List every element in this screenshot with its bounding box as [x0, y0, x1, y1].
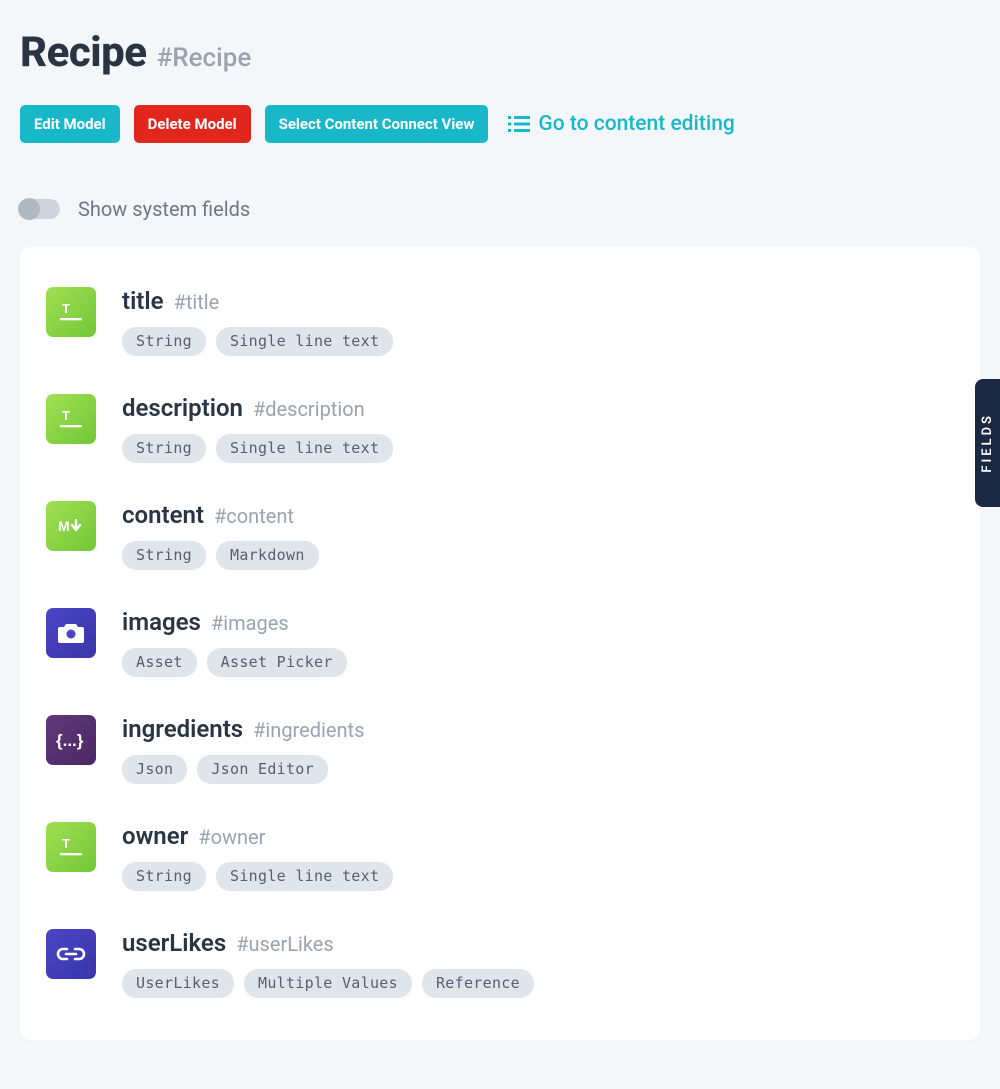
page-title: Recipe [20, 28, 147, 77]
markdown-icon: M [46, 501, 96, 551]
field-hash: #userLikes [236, 932, 334, 956]
field-name: content [122, 501, 204, 529]
field-tag: Json Editor [197, 755, 328, 784]
field-tag: Multiple Values [244, 969, 412, 998]
field-tag: Single line text [216, 862, 393, 891]
field-body: title #title String Single line text [122, 287, 393, 356]
field-body: userLikes #userLikesUserLikes Multiple Val… [122, 929, 534, 998]
field-tags: String Markdown [122, 541, 319, 570]
field-name: ingredients [122, 715, 243, 743]
field-row-owner[interactable]: Towner #owner String Single line text [46, 804, 954, 911]
field-tag: Single line text [216, 327, 393, 356]
field-body: images #images Asset Asset Picker [122, 608, 347, 677]
field-tag: Json [122, 755, 187, 784]
field-hash: #images [211, 611, 289, 635]
svg-text:{...}: {...} [56, 731, 84, 750]
fields-card: Ttitle#titleStringSingle line textTdescr… [20, 247, 980, 1040]
field-name: owner [122, 822, 188, 850]
field-row-title[interactable]: Ttitle #title String Single line text [46, 269, 954, 376]
camera-icon [46, 608, 96, 658]
field-body: owner #owner String Single line text [122, 822, 393, 891]
field-tag: Markdown [216, 541, 319, 570]
text-icon: T [46, 822, 96, 872]
field-tag: Reference [422, 969, 534, 998]
field-hash: #content [214, 504, 294, 528]
field-name: userLikes [122, 929, 226, 957]
field-tag: Asset [122, 648, 197, 677]
field-row-description[interactable]: Tdescription #description String Single lin… [46, 376, 954, 483]
select-view-button[interactable]: Select Content Connect View [265, 105, 489, 143]
field-name: title [122, 287, 164, 315]
field-tag: String [122, 541, 206, 570]
delete-model-button[interactable]: Delete Model [134, 105, 251, 143]
goto-content-editing-label: Go to content editing [538, 112, 734, 136]
field-body: description #description String Single line… [122, 394, 393, 463]
field-hash: #owner [198, 825, 265, 849]
field-hash: #ingredients [253, 718, 364, 742]
svg-text:T: T [62, 408, 70, 423]
svg-text:T: T [62, 836, 70, 851]
text-icon: T [46, 394, 96, 444]
field-row-content[interactable]: Mcontent #content String Markdown [46, 483, 954, 590]
link-icon [46, 929, 96, 979]
json-icon: {...} [46, 715, 96, 765]
field-tag: String [122, 327, 206, 356]
edit-model-button[interactable]: Edit Model [20, 105, 120, 143]
field-tags: Asset Asset Picker [122, 648, 347, 677]
field-tags: String Single line text [122, 862, 393, 891]
field-tag: UserLikes [122, 969, 234, 998]
field-tags: String Single line text [122, 327, 393, 356]
field-tags: String Single line text [122, 434, 393, 463]
field-row-images[interactable]: images #images Asset Asset Picker [46, 590, 954, 697]
page-hash: #Recipe [157, 43, 252, 73]
svg-text:T: T [62, 301, 70, 316]
field-tags: UserLikes Multiple Values Reference [122, 969, 534, 998]
fields-side-tab[interactable]: FIELDS [975, 379, 1000, 507]
field-row-userLikes[interactable]: userLikes #userLikesUserLikes Multiple Val… [46, 911, 954, 1018]
list-icon [508, 115, 530, 133]
fields-side-tab-label: FIELDS [980, 413, 995, 473]
text-icon: T [46, 287, 96, 337]
show-system-fields-toggle[interactable] [20, 199, 60, 219]
field-hash: #title [174, 290, 220, 314]
field-body: content #content String Markdown [122, 501, 319, 570]
field-tag: String [122, 434, 206, 463]
field-tag: String [122, 862, 206, 891]
field-row-ingredients[interactable]: {...} ingredients #ingredients Json Json Edi… [46, 697, 954, 804]
field-tag: Asset Picker [207, 648, 347, 677]
goto-content-editing-link[interactable]: Go to content editing [508, 112, 734, 136]
toggle-knob [18, 198, 40, 220]
show-system-fields-label: Show system fields [78, 197, 250, 221]
field-name: images [122, 608, 201, 636]
svg-text:M: M [58, 518, 70, 534]
field-body: ingredients #ingredients Json Json Editor [122, 715, 364, 784]
field-tag: Single line text [216, 434, 393, 463]
field-name: description [122, 394, 243, 422]
field-hash: #description [253, 397, 365, 421]
field-tags: Json Json Editor [122, 755, 364, 784]
